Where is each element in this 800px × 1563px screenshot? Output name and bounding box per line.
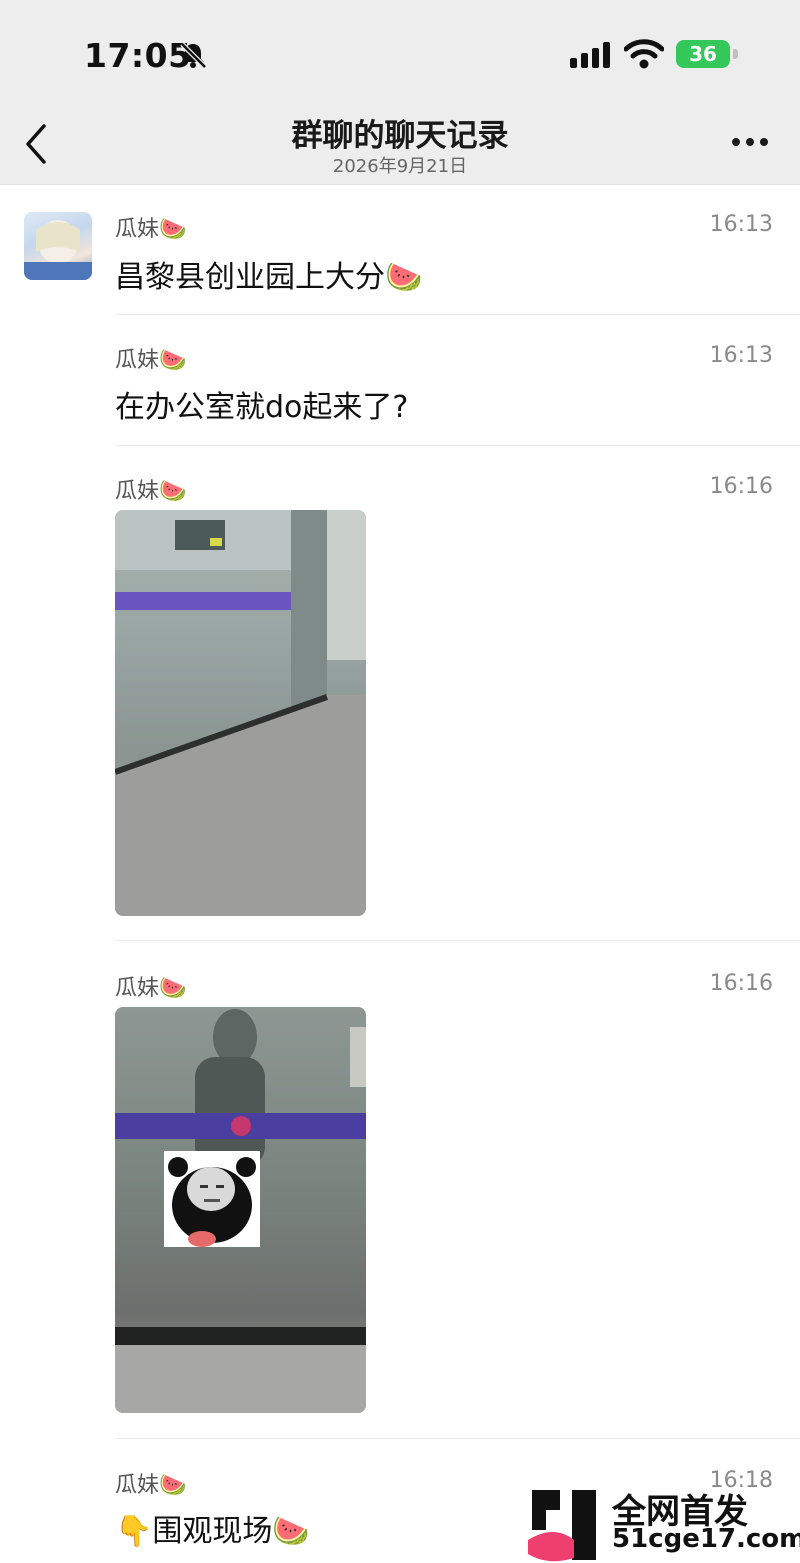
divider — [115, 314, 800, 315]
message-time: 16:13 — [709, 212, 773, 237]
status-time: 17:05 — [84, 36, 192, 75]
message-time: 16:13 — [709, 343, 773, 368]
sender-name: 瓜妹🍉 — [115, 217, 187, 242]
wifi-icon — [624, 39, 664, 69]
battery-level: 36 — [676, 40, 730, 68]
watermark: 全网首发 51cge17.com — [520, 1482, 800, 1563]
message-time: 16:16 — [709, 474, 773, 499]
message-text[interactable]: 昌黎县创业园上大分🍉 — [115, 252, 422, 296]
battery-icon: 36 — [676, 40, 738, 68]
sender-name: 瓜妹🍉 — [115, 479, 187, 504]
sender-name: 瓜妹🍉 — [115, 976, 187, 1001]
avatar[interactable] — [24, 212, 92, 280]
message-photo[interactable] — [115, 1007, 366, 1413]
message-text[interactable]: 在办公室就do起来了? — [115, 382, 408, 426]
more-icon[interactable] — [732, 138, 772, 150]
sender-name: 瓜妹🍉 — [115, 348, 187, 373]
message-text[interactable]: 👇围观现场🍉 — [115, 1506, 310, 1550]
bell-slash-icon — [180, 42, 207, 69]
watermark-url: 51cge17.com — [612, 1524, 800, 1554]
divider — [115, 445, 800, 446]
nav-bar: 群聊的聊天记录 2026年9月21日 — [0, 100, 800, 185]
divider — [115, 940, 800, 941]
sender-name: 瓜妹🍉 — [115, 1473, 187, 1498]
status-bar: 17:05 36 — [0, 0, 800, 100]
page-date: 2026年9月21日 — [332, 156, 468, 177]
meme-sticker — [164, 1151, 260, 1247]
message-photo[interactable] — [115, 510, 366, 916]
page-title: 群聊的聊天记录 — [291, 118, 509, 154]
divider — [115, 1438, 800, 1439]
signal-icon — [570, 42, 610, 68]
message-time: 16:16 — [709, 971, 773, 996]
site-logo — [524, 1484, 606, 1562]
